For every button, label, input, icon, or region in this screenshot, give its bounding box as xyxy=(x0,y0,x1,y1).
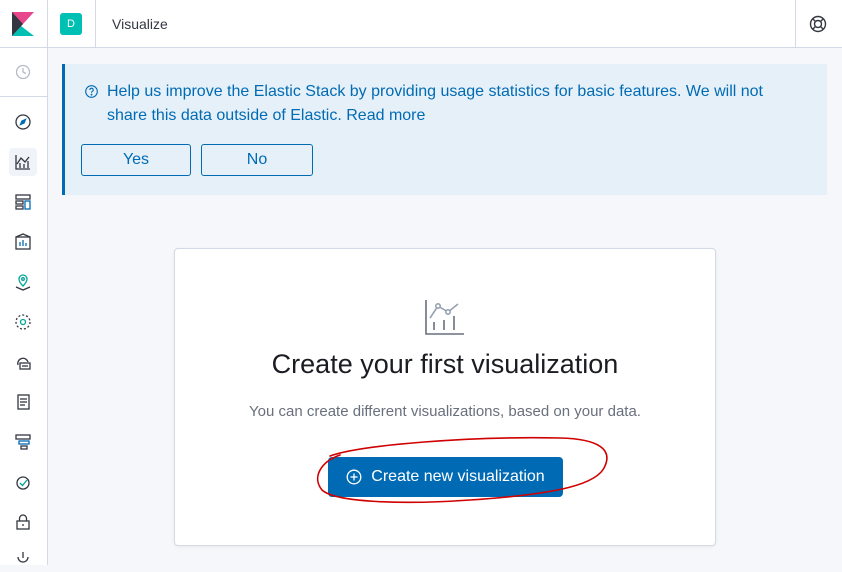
header-divider xyxy=(95,0,96,48)
create-button-label: Create new visualization xyxy=(371,468,545,485)
dev-tools-icon[interactable] xyxy=(9,544,37,572)
recently-viewed-clock-icon[interactable] xyxy=(9,58,37,86)
kibana-logo-icon[interactable] xyxy=(12,12,34,36)
discover-compass-icon[interactable] xyxy=(9,108,37,136)
empty-prompt-panel: Create your first visualization You can … xyxy=(174,248,716,546)
infrastructure-icon[interactable] xyxy=(9,348,37,376)
help-circle-icon xyxy=(85,85,98,98)
help-lifebuoy-icon[interactable] xyxy=(808,14,828,34)
telemetry-callout: Help us improve the Elastic Stack by pro… xyxy=(62,64,827,195)
uptime-icon[interactable] xyxy=(9,468,37,496)
space-avatar[interactable]: D xyxy=(60,13,82,35)
machine-learning-icon[interactable] xyxy=(9,308,37,336)
side-nav xyxy=(0,48,48,565)
maps-icon[interactable] xyxy=(9,268,37,296)
visualize-app-icon xyxy=(424,298,466,338)
top-header: D Visualize xyxy=(0,0,842,48)
header-divider xyxy=(795,0,796,48)
canvas-icon[interactable] xyxy=(9,228,37,256)
nav-divider xyxy=(0,96,47,97)
empty-prompt-title: Create your first visualization xyxy=(271,349,619,379)
dashboard-icon[interactable] xyxy=(9,188,37,216)
siem-lock-icon[interactable] xyxy=(9,508,37,536)
empty-prompt-body: You can create different visualizations,… xyxy=(249,403,641,420)
callout-message: Help us improve the Elastic Stack by pro… xyxy=(107,83,763,124)
visualize-chart-icon[interactable] xyxy=(9,148,37,176)
yes-button[interactable]: Yes xyxy=(81,144,191,176)
no-button[interactable]: No xyxy=(201,144,313,176)
plus-in-circle-icon xyxy=(346,469,362,485)
apm-icon[interactable] xyxy=(9,428,37,456)
create-new-visualization-button[interactable]: Create new visualization xyxy=(328,457,563,497)
breadcrumb-title: Visualize xyxy=(112,16,168,32)
logs-icon[interactable] xyxy=(9,388,37,416)
header-divider xyxy=(47,0,48,48)
